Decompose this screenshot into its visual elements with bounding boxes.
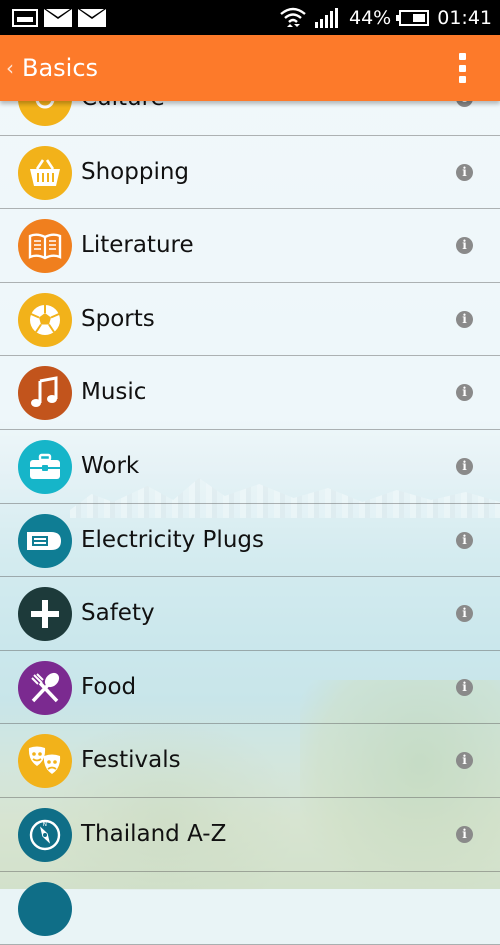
mail-notification-icon <box>78 8 106 27</box>
music-note-icon <box>18 366 72 421</box>
plus-icon <box>18 587 72 642</box>
info-icon[interactable]: i <box>456 825 473 843</box>
list-item[interactable] <box>0 871 500 945</box>
battery-icon <box>396 9 430 26</box>
list-item[interactable]: Music i <box>0 356 500 430</box>
info-icon[interactable]: i <box>456 752 473 770</box>
list-item-label: Thailand A-Z <box>81 820 227 847</box>
list-item[interactable]: Sports i <box>0 282 500 357</box>
info-icon[interactable]: i <box>456 678 473 696</box>
list-item-label: Safety <box>81 600 155 627</box>
gallery-notification-icon <box>12 8 38 27</box>
book-icon <box>18 219 72 274</box>
list-item[interactable]: Safety i <box>0 577 500 651</box>
partial-icon <box>18 881 72 936</box>
info-icon[interactable]: i <box>456 310 473 328</box>
mail-notification-icon <box>44 8 72 27</box>
list-item-label: Literature <box>81 232 194 259</box>
theater-masks-icon <box>18 734 72 789</box>
battery-percent: 44% <box>349 6 392 29</box>
list-item-label: Sports <box>81 305 155 332</box>
svg-text:N: N <box>43 821 48 828</box>
list-item[interactable]: Literature i <box>0 209 500 283</box>
info-icon[interactable]: i <box>456 384 473 402</box>
list-item[interactable]: Festivals i <box>0 724 500 798</box>
category-list: CultureiShoppingiLiteratureiSportsiMusic… <box>0 62 500 945</box>
action-bar: ‹ Basics <box>0 35 500 101</box>
plug-icon <box>18 513 72 568</box>
signal-icon <box>315 7 338 28</box>
list-item[interactable]: N Thailand A-Z i <box>0 797 500 872</box>
info-icon[interactable]: i <box>456 163 473 181</box>
list-item[interactable]: Shopping i <box>0 135 500 210</box>
briefcase-icon <box>18 439 72 494</box>
wifi-icon <box>280 7 306 27</box>
page-title[interactable]: Basics <box>22 54 98 82</box>
list-item-label: Work <box>81 452 140 479</box>
status-bar: 44% 01:41 <box>0 0 500 35</box>
list-item-label: Electricity Plugs <box>81 526 264 553</box>
info-icon[interactable]: i <box>456 605 473 623</box>
clock: 01:41 <box>437 6 492 29</box>
overflow-menu-icon[interactable] <box>458 53 466 83</box>
list-item[interactable]: Work i <box>0 429 500 504</box>
soccer-ball-icon <box>18 292 72 347</box>
fork-spoon-icon <box>18 660 72 715</box>
list-item-label: Shopping <box>81 158 190 185</box>
compass-icon: N <box>18 807 72 862</box>
list-item[interactable]: Food i <box>0 650 500 725</box>
shopping-basket-icon <box>18 145 72 200</box>
list-item-label: Festivals <box>81 747 181 774</box>
info-icon[interactable]: i <box>456 237 473 255</box>
list-item-label: Music <box>81 379 147 406</box>
info-icon[interactable]: i <box>456 531 473 549</box>
list-item-label: Food <box>81 673 137 700</box>
back-chevron-icon[interactable]: ‹ <box>0 56 20 80</box>
list-item[interactable]: Electricity Plugs i <box>0 503 500 578</box>
info-icon[interactable]: i <box>456 457 473 475</box>
